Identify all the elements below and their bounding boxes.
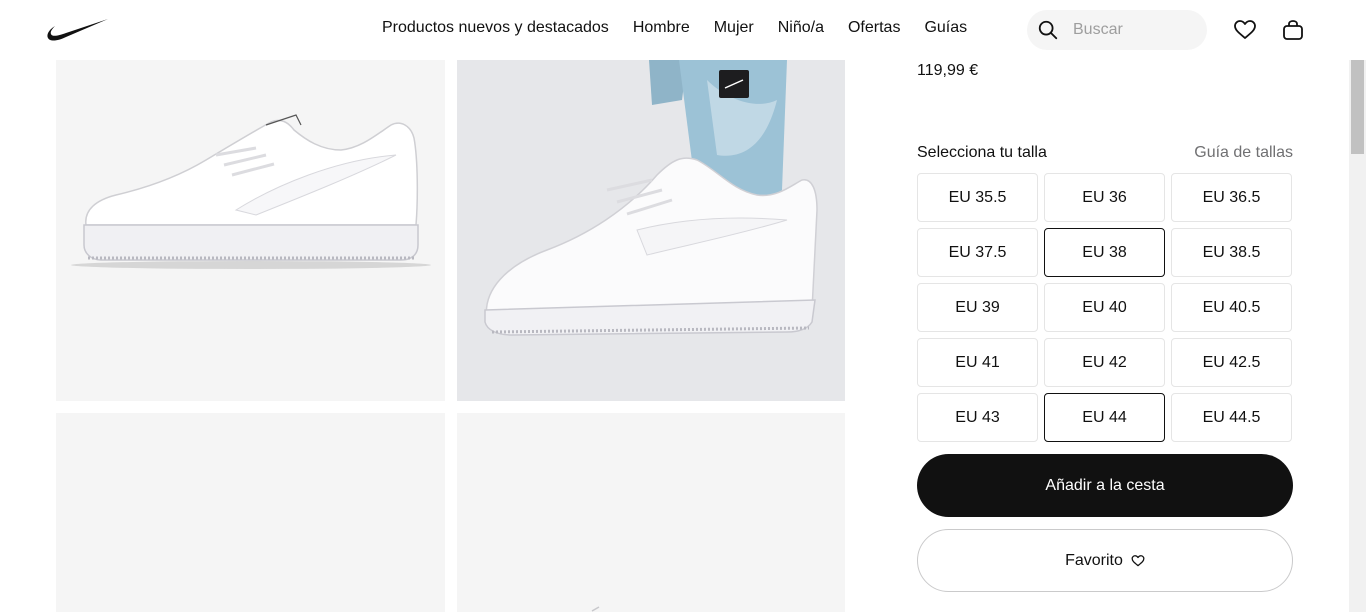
nav-item-men[interactable]: Hombre [633, 18, 690, 38]
product-image-placeholder [591, 606, 600, 612]
size-option[interactable]: EU 41 [917, 338, 1038, 387]
size-option[interactable]: EU 37.5 [917, 228, 1038, 277]
size-option[interactable]: EU 42 [1044, 338, 1165, 387]
site-header: Productos nuevos y destacados Hombre Muj… [0, 0, 1366, 60]
size-option[interactable]: EU 38 [1044, 228, 1165, 277]
size-option[interactable]: EU 38.5 [1171, 228, 1292, 277]
product-image-side[interactable] [56, 60, 445, 401]
sneaker-side-image [71, 114, 431, 269]
size-option[interactable]: EU 35.5 [917, 173, 1038, 222]
nav-item-women[interactable]: Mujer [714, 18, 754, 38]
size-selector-header: Selecciona tu talla Guía de tallas [917, 144, 1293, 164]
size-grid: EU 35.5 EU 36 EU 36.5 EU 37.5 EU 38 EU 38.5 EU… [917, 173, 1294, 442]
product-image-4[interactable] [457, 413, 845, 612]
heart-icon [1234, 20, 1256, 39]
add-to-bag-label: Añadir a la cesta [1045, 476, 1165, 494]
size-option[interactable]: EU 39 [917, 283, 1038, 332]
nav-item-sale[interactable]: Ofertas [848, 18, 900, 38]
size-option[interactable]: EU 43 [917, 393, 1038, 442]
sneaker-on-foot-image [457, 60, 845, 401]
nike-swoosh-icon[interactable] [46, 16, 110, 42]
search-input[interactable] [1073, 10, 1199, 50]
nav-item-kids[interactable]: Niño/a [778, 18, 824, 38]
product-image-3[interactable] [56, 413, 445, 612]
main-nav: Productos nuevos y destacados Hombre Muj… [382, 18, 967, 38]
page-scrollbar[interactable] [1349, 0, 1366, 612]
size-option[interactable]: EU 40 [1044, 283, 1165, 332]
favorite-label: Favorito [1065, 551, 1123, 569]
product-price: 119,99 € [917, 62, 979, 79]
add-to-bag-button[interactable]: Añadir a la cesta [917, 454, 1293, 517]
bag-button[interactable] [1279, 16, 1307, 44]
scrollbar-thumb[interactable] [1351, 60, 1364, 154]
size-option[interactable]: EU 36 [1044, 173, 1165, 222]
size-option[interactable]: EU 40.5 [1171, 283, 1292, 332]
size-option[interactable]: EU 42.5 [1171, 338, 1292, 387]
size-guide-link[interactable]: Guía de tallas [1194, 144, 1293, 162]
search-box[interactable] [1027, 10, 1207, 50]
search-icon[interactable] [1037, 19, 1059, 41]
favorite-button[interactable]: Favorito [917, 529, 1293, 592]
nav-item-guides[interactable]: Guías [924, 18, 967, 38]
size-option[interactable]: EU 44.5 [1171, 393, 1292, 442]
size-option[interactable]: EU 44 [1044, 393, 1165, 442]
bag-icon [1283, 20, 1303, 40]
heart-icon [1131, 554, 1145, 566]
size-option[interactable]: EU 36.5 [1171, 173, 1292, 222]
favorites-button[interactable] [1231, 16, 1259, 44]
nav-item-new-featured[interactable]: Productos nuevos y destacados [382, 18, 609, 38]
product-image-placeholder [56, 413, 445, 612]
size-title: Selecciona tu talla [917, 144, 1047, 161]
product-image-on-foot[interactable] [457, 60, 845, 401]
